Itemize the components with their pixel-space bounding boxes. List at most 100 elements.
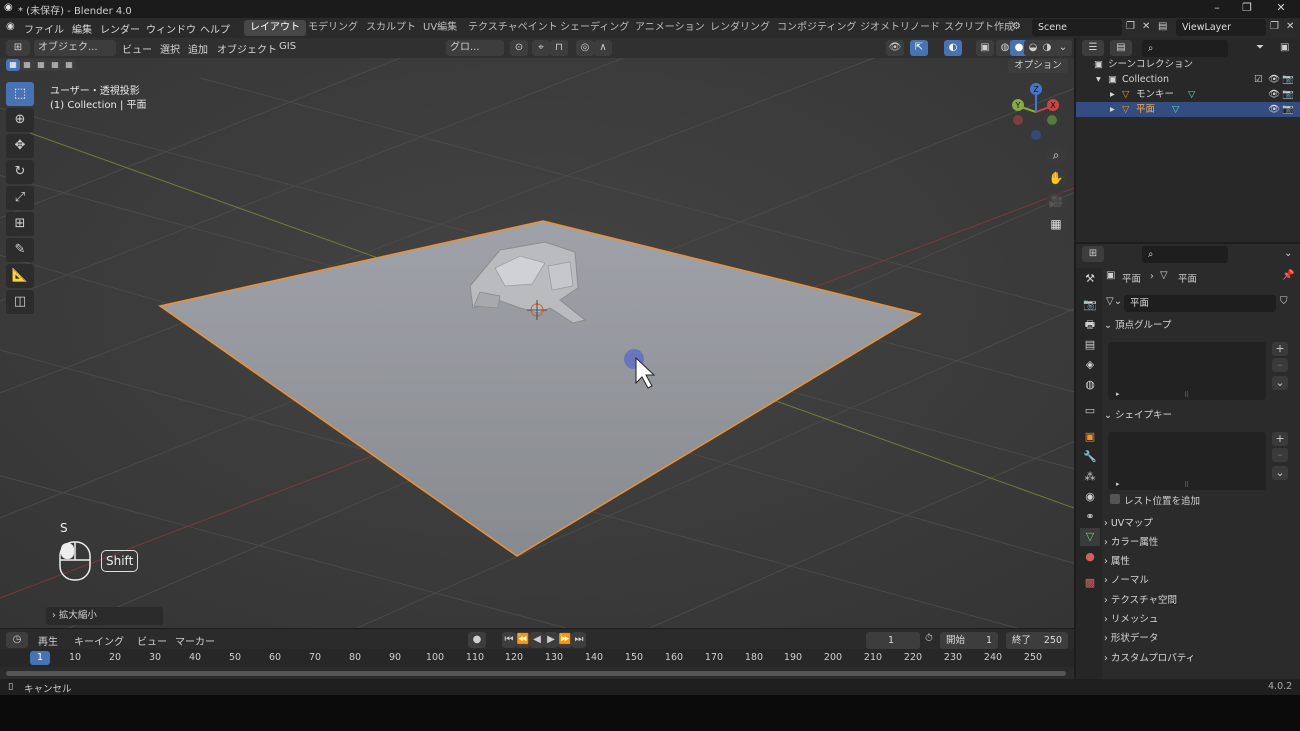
snap-target-icon[interactable]: ⊓	[550, 40, 568, 56]
prev-keyframe-icon[interactable]: ⏪	[516, 632, 530, 648]
menu-gis[interactable]: GIS	[279, 41, 296, 52]
outliner-row-monkey[interactable]: ▸ ▽ モンキー ▽ 👁 📷	[1076, 87, 1300, 102]
outliner-search-input[interactable]: ⌕	[1142, 40, 1228, 57]
options-dropdown[interactable]: オプション	[1008, 59, 1068, 73]
maximize-icon[interactable]: ❐	[1232, 1, 1262, 17]
tab-animation[interactable]: アニメーション	[629, 20, 711, 36]
3d-viewport[interactable]: ⊞ オブジェク... ビュー 選択 追加 オブジェクト GIS グロ... ⊙ …	[0, 38, 1074, 628]
ortho-grid-icon[interactable]: ▦	[1045, 213, 1067, 235]
end-frame-field[interactable]: 終了 250	[1006, 632, 1068, 649]
cursor-tool-icon[interactable]: ⊕	[6, 108, 34, 132]
snap-icon[interactable]: ⌖	[532, 40, 550, 56]
zoom-icon[interactable]: ⌕	[1045, 144, 1067, 166]
measure-tool-icon[interactable]: 📐	[6, 264, 34, 288]
texture-space-header[interactable]: › テクスチャ空間	[1104, 592, 1294, 610]
viewlayer-field[interactable]: ViewLayer	[1176, 19, 1266, 36]
last-operator-panel[interactable]: › 拡大縮小	[46, 607, 163, 625]
object-tab-icon[interactable]: ▣	[1080, 428, 1100, 446]
select-box-tool-icon[interactable]: ⬚	[6, 82, 34, 106]
menu-playback[interactable]: 再生	[38, 633, 58, 648]
tab-geometry-nodes[interactable]: ジオメトリノード	[854, 20, 946, 36]
menu-timeline-view[interactable]: ビュー	[137, 633, 167, 648]
list-expand-icon[interactable]: ▸	[1116, 390, 1120, 398]
add-vertex-group-button[interactable]: +	[1272, 342, 1288, 356]
shape-keys-list[interactable]: ▸ ⠿	[1108, 432, 1266, 490]
expand-arrow-icon[interactable]: ▸	[1110, 102, 1115, 117]
xray-icon[interactable]: ▣	[976, 40, 994, 56]
collection-camera-icon[interactable]: 📷	[1282, 72, 1294, 87]
outliner-row-plane[interactable]: ▸ ▽ 平面 ▽ 👁 📷	[1076, 102, 1300, 117]
scene-icon[interactable]: ⚙	[1012, 21, 1021, 32]
pivot-icon[interactable]: ⊙	[510, 40, 528, 56]
menu-render[interactable]: レンダー	[100, 21, 140, 36]
plane-camera-icon[interactable]: 📷	[1282, 102, 1294, 117]
shape-keys-header[interactable]: ⌄ シェイプキー	[1104, 407, 1294, 425]
particles-tab-icon[interactable]: ⁂	[1080, 468, 1100, 486]
tool-tab-icon[interactable]: ⚒	[1080, 270, 1100, 288]
remove-shape-key-button[interactable]: –	[1272, 448, 1288, 462]
collection-eye-icon[interactable]: 👁	[1268, 72, 1280, 87]
annotate-tool-icon[interactable]: ✎	[6, 238, 34, 262]
tab-layout[interactable]: レイアウト	[244, 20, 306, 36]
select-new-icon[interactable]: ▦	[6, 59, 20, 71]
blender-menu-icon[interactable]: ◉	[6, 21, 15, 32]
tab-modeling[interactable]: モデリング	[302, 20, 364, 36]
editor-type-icon[interactable]: ⊞	[6, 40, 30, 56]
material-tab-icon[interactable]: ●	[1080, 548, 1100, 566]
outliner-editor-icon[interactable]: ☰	[1082, 40, 1104, 56]
mesh-data-tab-icon[interactable]: ▽	[1080, 528, 1100, 546]
select-intersect-icon[interactable]: ▦	[62, 59, 76, 71]
tab-compositing[interactable]: コンポジティング	[771, 20, 862, 36]
viewlayer-icon[interactable]: ▤	[1158, 21, 1167, 32]
mode-dropdown[interactable]: オブジェク...	[34, 40, 116, 56]
tab-sculpt[interactable]: スカルプト	[360, 20, 422, 36]
attributes-header[interactable]: › 属性	[1104, 553, 1294, 571]
menu-edit[interactable]: 編集	[72, 21, 92, 36]
timeline-editor-icon[interactable]: ◷	[6, 632, 28, 648]
vertex-groups-list[interactable]: ▸ ⠿	[1108, 342, 1266, 400]
fake-user-shield-icon[interactable]: ⛉	[1280, 296, 1288, 307]
texture-tab-icon[interactable]: ▩	[1080, 574, 1100, 592]
pan-hand-icon[interactable]: ✋	[1045, 167, 1067, 189]
play-reverse-icon[interactable]: ◀	[530, 632, 544, 648]
custom-properties-header[interactable]: › カスタムプロパティ	[1104, 650, 1294, 668]
camera-view-icon[interactable]: 🎥	[1045, 190, 1067, 212]
tab-texture-paint[interactable]: テクスチャペイント	[462, 20, 564, 36]
mesh-datablock-icon[interactable]: ▽⌄	[1106, 296, 1122, 307]
new-viewlayer-icon[interactable]: ❐	[1270, 21, 1279, 32]
output-tab-icon[interactable]: 🖶	[1080, 316, 1100, 334]
scene-field[interactable]: Scene	[1032, 19, 1122, 36]
frame-ruler[interactable]: 1 10 20 30 40 50 60 70 80 90 100 110 120…	[0, 649, 1074, 667]
new-collection-icon[interactable]: ▣	[1280, 42, 1289, 53]
add-cube-tool-icon[interactable]: ◫	[6, 290, 34, 314]
falloff-icon[interactable]: ∧	[594, 40, 612, 56]
tab-rendering[interactable]: レンダリング	[704, 20, 776, 36]
geometry-data-header[interactable]: › 形状データ	[1104, 630, 1294, 648]
play-icon[interactable]: ▶	[544, 632, 558, 648]
preview-range-icon[interactable]: ⏱	[925, 633, 933, 644]
remesh-header[interactable]: › リメッシュ	[1104, 611, 1294, 629]
vertex-group-menu-icon[interactable]: ⌄	[1272, 376, 1288, 390]
rest-position-checkbox[interactable]	[1110, 494, 1120, 504]
tab-scripting[interactable]: スクリプト作成	[938, 20, 1020, 36]
close-icon[interactable]: ✕	[1266, 1, 1296, 17]
delete-viewlayer-icon[interactable]: ✕	[1286, 21, 1294, 32]
properties-editor-icon[interactable]: ⊞	[1082, 246, 1104, 262]
timeline-scrollbar[interactable]	[6, 671, 1066, 676]
chevron-down-icon[interactable]: ⌄	[1284, 248, 1292, 259]
filter-icon[interactable]: ⏷	[1256, 42, 1264, 53]
expand-arrow-icon[interactable]: ▾	[1096, 72, 1101, 87]
menu-file[interactable]: ファイル	[24, 21, 64, 36]
vertex-groups-header[interactable]: ⌄ 頂点グループ	[1104, 317, 1294, 335]
expand-arrow-icon[interactable]: ▸	[1110, 87, 1115, 102]
current-frame-field[interactable]: 1	[866, 632, 920, 649]
select-extend-icon[interactable]: ▦	[20, 59, 34, 71]
uv-maps-header[interactable]: › UVマップ	[1104, 515, 1294, 533]
minimize-icon[interactable]: –	[1202, 1, 1232, 17]
world-tab-icon[interactable]: ◍	[1080, 376, 1100, 394]
next-keyframe-icon[interactable]: ⏩	[558, 632, 572, 648]
resize-grip-icon[interactable]: ⠿	[1184, 481, 1189, 489]
monkey-eye-icon[interactable]: 👁	[1268, 87, 1280, 102]
render-tab-icon[interactable]: 📷	[1080, 296, 1100, 314]
proportional-edit-icon[interactable]: ◎	[576, 40, 594, 56]
